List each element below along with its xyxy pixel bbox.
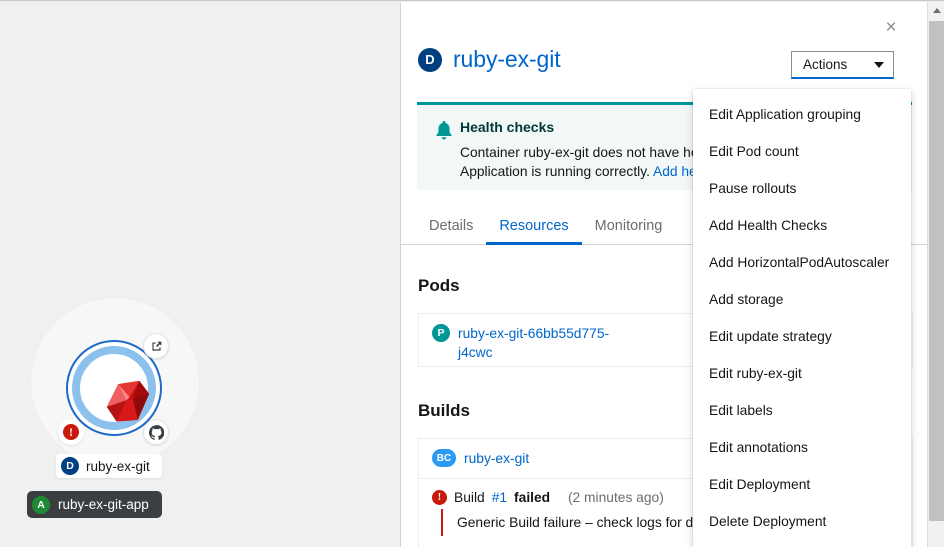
pod-name-link[interactable]: ruby-ex-git-66bb55d775-j4cwc	[458, 324, 633, 362]
panel-header: D ruby-ex-git	[418, 46, 561, 73]
actions-dropdown-menu: Edit Application grouping Edit Pod count…	[693, 89, 911, 547]
application-group-label-text: ruby-ex-git-app	[58, 497, 149, 512]
page-scrollbar[interactable]	[927, 2, 944, 547]
build-number-link[interactable]: #1	[492, 490, 507, 505]
menu-item-edit-deployment[interactable]: Edit Deployment	[693, 466, 911, 503]
topology-canvas[interactable]: ! D ruby-ex-git A ruby-ex-git-app	[0, 2, 400, 547]
tab-monitoring[interactable]: Monitoring	[582, 209, 676, 245]
app-root: ! D ruby-ex-git A ruby-ex-git-app × D ru…	[0, 0, 944, 547]
scrollbar-thumb[interactable]	[929, 21, 944, 521]
buildconfig-kind-badge: BC	[432, 449, 456, 467]
menu-item-edit-ruby-ex-git[interactable]: Edit ruby-ex-git	[693, 355, 911, 392]
build-state: failed	[514, 490, 550, 505]
deployment-kind-badge: D	[418, 48, 442, 72]
error-exclamation-glyph: !	[63, 424, 79, 440]
menu-item-edit-annotations[interactable]: Edit annotations	[693, 429, 911, 466]
topology-node-label[interactable]: D ruby-ex-git	[56, 454, 162, 478]
topology-node-label-text: ruby-ex-git	[86, 459, 150, 474]
menu-item-delete-deployment[interactable]: Delete Deployment	[693, 503, 911, 540]
build-status-prefix: Build	[454, 490, 485, 505]
chevron-down-icon	[874, 62, 884, 68]
bell-icon	[435, 121, 453, 141]
node-error-badge-icon[interactable]: !	[58, 419, 84, 445]
alert-title: Health checks	[460, 119, 554, 135]
application-group-label[interactable]: A ruby-ex-git-app	[27, 491, 162, 518]
menu-item-pause-rollouts[interactable]: Pause rollouts	[693, 170, 911, 207]
menu-item-add-horizontalpodautoscaler[interactable]: Add HorizontalPodAutoscaler	[693, 244, 911, 281]
alert-body-line1: Container ruby-ex-git does not have heal	[460, 145, 709, 160]
menu-item-edit-update-strategy[interactable]: Edit update strategy	[693, 318, 911, 355]
external-link-glyph	[150, 340, 163, 353]
deployment-kind-badge: D	[61, 457, 79, 475]
tab-resources[interactable]: Resources	[486, 209, 581, 245]
actions-button[interactable]: Actions	[791, 51, 894, 79]
menu-item-edit-application-grouping[interactable]: Edit Application grouping	[693, 96, 911, 133]
page-title: ruby-ex-git	[453, 46, 561, 73]
menu-item-add-storage[interactable]: Add storage	[693, 281, 911, 318]
build-timestamp: (2 minutes ago)	[568, 490, 664, 505]
alert-body-line2: Application is running correctly.	[460, 164, 653, 179]
builds-section-title: Builds	[418, 401, 470, 421]
menu-item-edit-pod-count[interactable]: Edit Pod count	[693, 133, 911, 170]
actions-button-label: Actions	[803, 57, 847, 72]
pods-section-title: Pods	[418, 276, 460, 296]
tab-details[interactable]: Details	[416, 209, 486, 245]
external-link-icon[interactable]	[143, 333, 169, 359]
caret-up-icon[interactable]	[928, 2, 944, 19]
build-error-icon: !	[432, 490, 447, 505]
application-kind-badge: A	[32, 496, 50, 514]
node-status-ring	[72, 346, 156, 430]
github-glyph	[149, 425, 164, 440]
menu-item-edit-labels[interactable]: Edit labels	[693, 392, 911, 429]
github-icon[interactable]	[143, 419, 169, 445]
menu-item-add-health-checks[interactable]: Add Health Checks	[693, 207, 911, 244]
close-icon[interactable]: ×	[879, 16, 903, 40]
ruby-icon	[101, 376, 155, 428]
build-config-name-link[interactable]: ruby-ex-git	[464, 449, 639, 468]
pod-kind-badge: P	[432, 324, 450, 342]
